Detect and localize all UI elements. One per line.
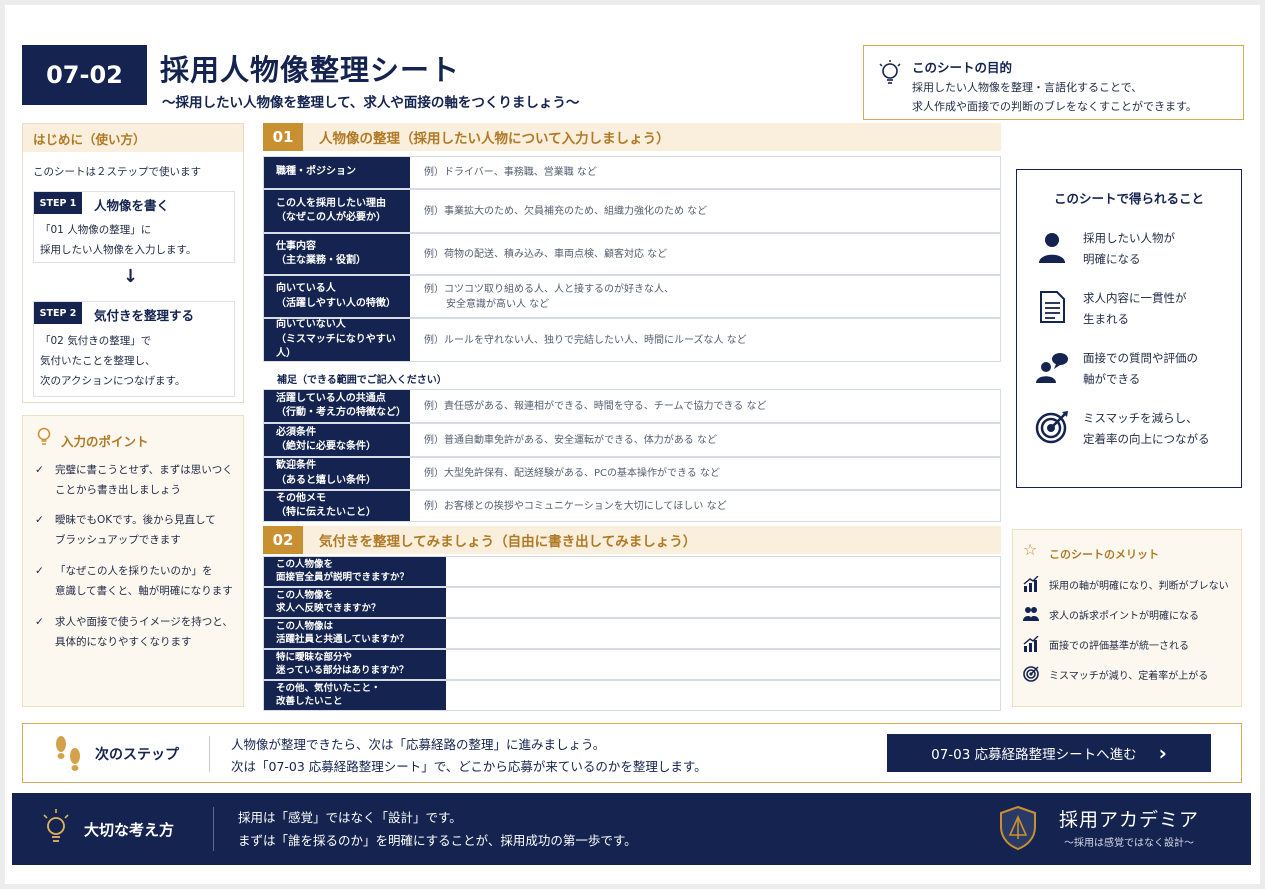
step2-title: 気付きを整理する [94,308,195,323]
merit-item: 面接での評価基準が統一される [1013,634,1241,654]
table-row: 必須条件 （絶対に必要な条件） 例）普通自動車免許がある、安全運転ができる、体力が… [263,423,1001,457]
point-item: ✓ 求人や面接で使うイメージを持つと、 具体的になりやすくなります [35,612,233,653]
section-01: 01 人物像の整理（採用したい人物について入力しましょう） 職種・ポジション 例… [263,123,1001,522]
check-icon: ✓ [35,464,44,476]
page-subtitle: 〜採用したい人物像を整理して、求人や面接の軸をつくりましょう〜 [162,95,580,111]
check-icon: ✓ [35,616,44,628]
example-text[interactable]: 例）責任感がある、報連相ができる、時間を守る、チームで協力できる など [424,390,766,422]
people-chat-icon [1036,353,1068,383]
next-step-bar: 次のステップ 人物像が整理できたら、次は「応募経路の整理」に進みましょう。 次は… [22,723,1242,783]
next-sheet-button-label: 07-03 応募経路整理シートへ進む [931,747,1137,763]
howto-panel: はじめに（使い方） このシートは２ステップで使います STEP 1 人物像を書く… [22,123,244,403]
check-icon: ✓ [35,565,44,577]
page-title: 採用人物像整理シート [160,53,461,87]
merits-title: このシートのメリット [1049,548,1159,561]
table-row: 活躍している人の共通点 （行動・考え方の特徴など） 例）責任感がある、報連相ができ… [263,389,1001,423]
table-row: 仕事内容 （主な業務・役割） 例）荷物の配送、積み込み、車両点検、顧客対応 など [263,233,1001,275]
table-row[interactable]: その他、気付いたこと・ 改善したいこと [263,680,1001,711]
person-icon [1039,233,1065,263]
down-arrow-icon: ↓ [123,266,139,287]
section-02: 02 気付きを整理してみましょう（自由に書き出してみましょう） この人物像を 面接… [263,526,1001,711]
example-text[interactable]: 例）コツコツ取り組める人、人と接するのが好きな人、 安全意識が高い人 など [424,276,674,317]
merit-item: 求人の訴求ポイントが明確になる [1013,604,1241,624]
step1-tag: STEP 1 [34,192,82,214]
step1-title: 人物像を書く [94,198,170,213]
benefits-panel: このシートで得られること 採用したい人物が 明確になる 求人内容に一貫性が 生まれる… [1016,169,1242,488]
example-text[interactable]: 例）事業拡大のため、欠員補充のため、組織力強化のため など [424,190,707,232]
purpose-title: このシートの目的 [912,60,1013,75]
example-text[interactable]: 例）お客様との挨拶やコミュニケーションを大切にしてほしい など [424,491,727,521]
footer-line-2: まずは「誰を採るのか」を明確にすることが、採用成功の第一歩です。 [238,833,637,848]
target-icon [1035,411,1068,444]
chevron-right-icon: › [1158,741,1167,765]
merits-panel: ☆ このシートのメリット 採用の軸が明確になり、判断がブレない 求人の訴求ポイン… [1012,529,1242,707]
academy-crest-icon [1000,805,1036,851]
step1-line-2: 採用したい人物像を入力します。 [40,244,197,256]
point-item: ✓ 「なぜこの人を採りたいのか」を 意識して書くと、軸が明確になります [35,561,233,602]
step1-line-1: 「01 人物像の整理」に [40,224,152,236]
step2-line-1: 「02 気付きの整理」で [40,335,152,347]
purpose-line-1: 採用したい人物像を整理・言語化することで、 [912,81,1143,94]
table-row[interactable]: この人物像を 面接官全員が説明できますか？ [263,556,1001,587]
footer-label: 大切な考え方 [84,821,175,839]
sheet-number-badge: 07-02 [22,45,147,105]
footsteps-icon [56,736,80,771]
purpose-box: このシートの目的 採用したい人物像を整理・言語化することで、 求人作成や面接での… [863,45,1244,120]
bar-chart-icon [1023,576,1039,592]
next-step-label: 次のステップ [95,747,179,763]
table-row: 向いていない人 （ミスマッチになりやすい人） 例）ルールを守れない人、独りで完結し… [263,318,1001,362]
benefits-title: このシートで得られること [1053,191,1204,206]
example-text[interactable]: 例）大型免許保有、配送経験がある、PCの基本操作ができる など [424,458,720,489]
point-item: ✓ 曖昧でもOKです。後から見直して ブラッシュアップできます [35,510,216,551]
lightbulb-icon [37,427,51,445]
section-02-table: この人物像を 面接官全員が説明できますか？ この人物像を 求人へ反映できますか？ こ… [263,526,1001,711]
howto-intro: このシートは２ステップで使います [33,166,201,178]
input-points-title: 入力のポイント [61,434,149,449]
brand-tagline: 〜採用は感覚ではなく設計〜 [1064,838,1194,849]
table-row: 職種・ポジション 例）ドライバー、事務職、営業職 など [263,156,1001,189]
bar-chart-icon [1023,636,1039,652]
section-01-table: 職種・ポジション 例）ドライバー、事務職、営業職 など この人を採用したい理由（… [263,123,1001,523]
table-row[interactable]: この人物像は 活躍社員と共通していますか？ [263,618,1001,649]
brand-name: 採用アカデミア [1059,809,1200,831]
star-icon: ☆ [1023,540,1038,559]
document-icon [1040,291,1065,323]
table-row: 向いている人 （活躍しやすい人の特徴） 例）コツコツ取り組める人、人と接するのが好… [263,275,1001,318]
howto-title: はじめに（使い方） [23,124,243,152]
step2-card: STEP 2 気付きを整理する 「02 気付きの整理」で 気付いたことを整理し、… [33,301,235,397]
lightbulb-icon [43,809,69,842]
step2-line-2: 気付いたことを整理し、 [40,355,156,367]
point-item: ✓ 完璧に書こうとせず、まずは思いつく ことから書き出しましょう [35,460,233,501]
table-row[interactable]: 特に曖昧な部分や 迷っている部分はありますか？ [263,649,1001,680]
divider [209,736,210,772]
purpose-line-2: 求人作成や面接での判断のブレをなくすことができます。 [912,100,1197,113]
table-row: 歓迎条件 （あると嬉しい条件） 例）大型免許保有、配送経験がある、PCの基本操作が… [263,457,1001,490]
footer-line-1: 採用は「感覚」ではなく「設計」です。 [238,810,462,825]
step2-tag: STEP 2 [34,302,82,324]
merit-item: 採用の軸が明確になり、判断がブレない [1013,574,1241,594]
table-row: この人を採用したい理由 （なぜこの人が必要か） 例）事業拡大のため、欠員補充のため… [263,189,1001,233]
example-text[interactable]: 例）荷物の配送、積み込み、車両点検、顧客対応 など [424,234,667,274]
check-icon: ✓ [35,514,44,526]
lightbulb-icon [879,60,901,84]
divider [213,807,214,851]
next-step-line-2: 次は「07-03 応募経路整理シート」で、どこから応募が来ているのかを整理します… [231,759,707,774]
example-text[interactable]: 例）ルールを守れない人、独りで完結したい人、時間にルーズな人 など [424,319,747,361]
step2-line-3: 次のアクションにつなげます。 [40,375,186,387]
table-row[interactable]: この人物像を 求人へ反映できますか？ [263,587,1001,618]
handshake-icon [1023,607,1039,621]
input-points-panel: 入力のポイント ✓ 完璧に書こうとせず、まずは思いつく ことから書き出しましょう ✓… [22,415,244,707]
merit-item: ミスマッチが減り、定着率が上がる [1013,664,1241,684]
footer-banner: 大切な考え方 採用は「感覚」ではなく「設計」です。 まずは「誰を採るのか」を明確… [12,793,1251,865]
target-icon [1023,666,1039,682]
supplement-label: 補足（できる範囲でご記入ください） [277,375,447,386]
next-sheet-button[interactable]: 07-03 応募経路整理シートへ進む › [887,734,1211,772]
table-row: その他メモ （特に伝えたいこと） 例）お客様との挨拶やコミュニケーションを大切にし… [263,490,1001,522]
worksheet-page: 07-02 採用人物像整理シート 〜採用したい人物像を整理して、求人や面接の軸を… [5,5,1260,884]
example-text[interactable]: 例）普通自動車免許がある、安全運転ができる、体力がある など [424,424,717,456]
step1-card: STEP 1 人物像を書く 「01 人物像の整理」に 採用したい人物像を入力しま… [33,191,235,263]
example-text[interactable]: 例）ドライバー、事務職、営業職 など [424,157,597,188]
next-step-line-1: 人物像が整理できたら、次は「応募経路の整理」に進みましょう。 [231,737,606,752]
